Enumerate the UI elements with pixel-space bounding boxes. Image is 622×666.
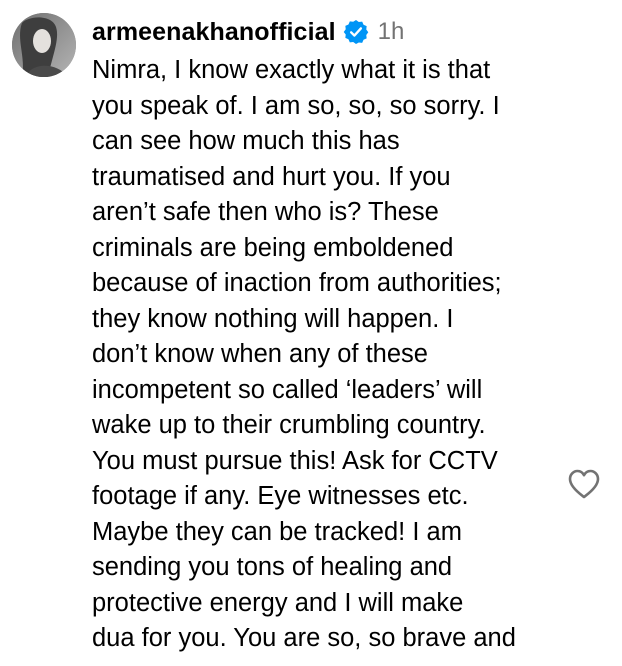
username[interactable]: armeenakhanofficial: [92, 18, 336, 47]
comment-line: sending you tons of healing and: [92, 553, 453, 581]
comment-line: wake up to their crumbling country.: [92, 411, 486, 439]
comment-line: because of inaction from authorities;: [92, 269, 502, 297]
comment: armeenakhanofficial 1h Nimra, I know exa…: [0, 0, 622, 666]
comment-line: dua for you. You are so, so brave and: [92, 624, 516, 652]
avatar[interactable]: [12, 13, 76, 77]
comment-line: footage if any. Eye witnesses etc.: [92, 482, 469, 510]
comment-text: Nimra, I know exactly what it is that yo…: [92, 53, 542, 657]
comment-line: You must pursue this! Ask for CCTV: [92, 446, 498, 475]
verified-badge-icon: [343, 19, 369, 45]
comment-line: you speak of. I am so, so, so sorry. I: [92, 91, 500, 120]
comment-line: Maybe they can be tracked! I am: [92, 517, 462, 546]
heart-outline-icon: [568, 469, 600, 499]
profile-photo: [12, 13, 76, 77]
comment-line: aren’t safe then who is? These: [92, 198, 439, 226]
comment-line: they know nothing will happen. I: [92, 304, 454, 333]
comment-line: protective energy and I will make: [92, 588, 464, 617]
comment-line: don’t know when any of these: [92, 340, 428, 368]
comment-line: criminals are being emboldened: [92, 233, 454, 262]
timestamp[interactable]: 1h: [378, 18, 405, 46]
comment-line: can see how much this has: [92, 127, 400, 155]
comment-line: traumatised and hurt you. If you: [92, 162, 451, 191]
comment-line: Nimra, I know exactly what it is that: [92, 56, 491, 84]
comment-header: armeenakhanofficial 1h: [92, 12, 404, 52]
like-button[interactable]: [567, 468, 601, 500]
comment-line: incompetent so called ‘leaders’ will: [92, 375, 483, 404]
